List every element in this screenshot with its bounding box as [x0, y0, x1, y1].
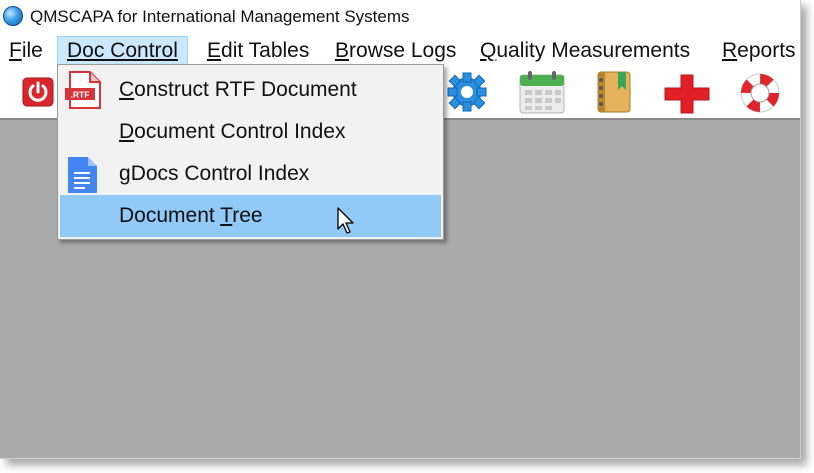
menu-reports-accel: R — [722, 39, 738, 62]
menu-item-text: ree — [232, 204, 263, 227]
globe-icon — [3, 6, 23, 26]
menu-item-document-tree[interactable]: Document Tree — [60, 195, 441, 237]
rtf-badge-text: .RTF — [71, 90, 90, 100]
calendar-icon[interactable] — [518, 69, 566, 115]
menu-item-document-control-index[interactable]: Document Control Index — [60, 111, 441, 153]
power-icon[interactable] — [22, 77, 54, 107]
menu-item-accel: g — [119, 162, 131, 185]
menu-file[interactable]: File — [9, 36, 43, 65]
menu-item-label: Document Control Index — [119, 111, 345, 153]
menu-doc-control[interactable]: Doc Control — [57, 36, 188, 65]
title-bar: QMSCAPA for International Management Sys… — [0, 0, 800, 36]
menu-doc-control-label: oc Control — [82, 39, 178, 62]
menu-item-accel: D — [119, 120, 135, 143]
menu-quality-measurements-accel: Q — [480, 39, 497, 62]
menu-quality-measurements-label: uality Measurements — [496, 39, 691, 62]
menu-item-accel: T — [220, 204, 233, 227]
address-book-icon[interactable] — [594, 70, 634, 114]
window-title: QMSCAPA for International Management Sys… — [30, 7, 410, 26]
menu-file-label: ile — [21, 39, 43, 62]
menu-item-accel: C — [119, 78, 135, 101]
menu-item-text: ocument Control Index — [134, 120, 346, 143]
menu-browse-logs[interactable]: Browse Logs — [335, 36, 456, 65]
doc-control-menu: .RTF Construct RTF Document Document Con… — [57, 64, 444, 240]
menu-edit-tables-accel: E — [207, 39, 222, 62]
google-docs-icon — [68, 157, 97, 193]
menu-item-text: Docs Control Index — [130, 162, 310, 185]
menu-reports-label: eports — [737, 39, 796, 62]
menu-item-text: onstruct RTF Document — [134, 78, 357, 101]
menu-item-label: gDocs Control Index — [119, 153, 309, 195]
menu-quality-measurements[interactable]: Quality Measurements — [480, 36, 690, 65]
menu-item-construct-rtf-document[interactable]: .RTF Construct RTF Document — [60, 69, 441, 111]
app-window: QMSCAPA for International Management Sys… — [0, 0, 801, 459]
lifebuoy-icon[interactable] — [738, 71, 782, 115]
menu-edit-tables-label: dit Tables — [221, 39, 310, 62]
menu-item-label: Construct RTF Document — [119, 69, 357, 111]
menu-browse-logs-accel: B — [335, 39, 350, 62]
menu-edit-tables[interactable]: Edit Tables — [207, 36, 309, 65]
menu-bar: File Doc Control Edit Tables Browse Logs… — [0, 36, 800, 65]
menu-file-accel: F — [9, 39, 22, 62]
menu-item-label: Document Tree — [119, 195, 263, 237]
rtf-document-icon: .RTF — [65, 71, 101, 109]
menu-reports[interactable]: Reports — [722, 36, 796, 65]
mouse-pointer-icon — [337, 207, 354, 234]
settings-gear-icon[interactable] — [444, 71, 490, 113]
menu-doc-control-accel: D — [67, 39, 83, 62]
menu-item-text-prefix: Document — [119, 204, 221, 227]
menu-item-gdocs-control-index[interactable]: gDocs Control Index — [60, 153, 441, 195]
menu-browse-logs-label: rowse Logs — [349, 39, 457, 62]
red-cross-icon[interactable] — [662, 72, 712, 116]
